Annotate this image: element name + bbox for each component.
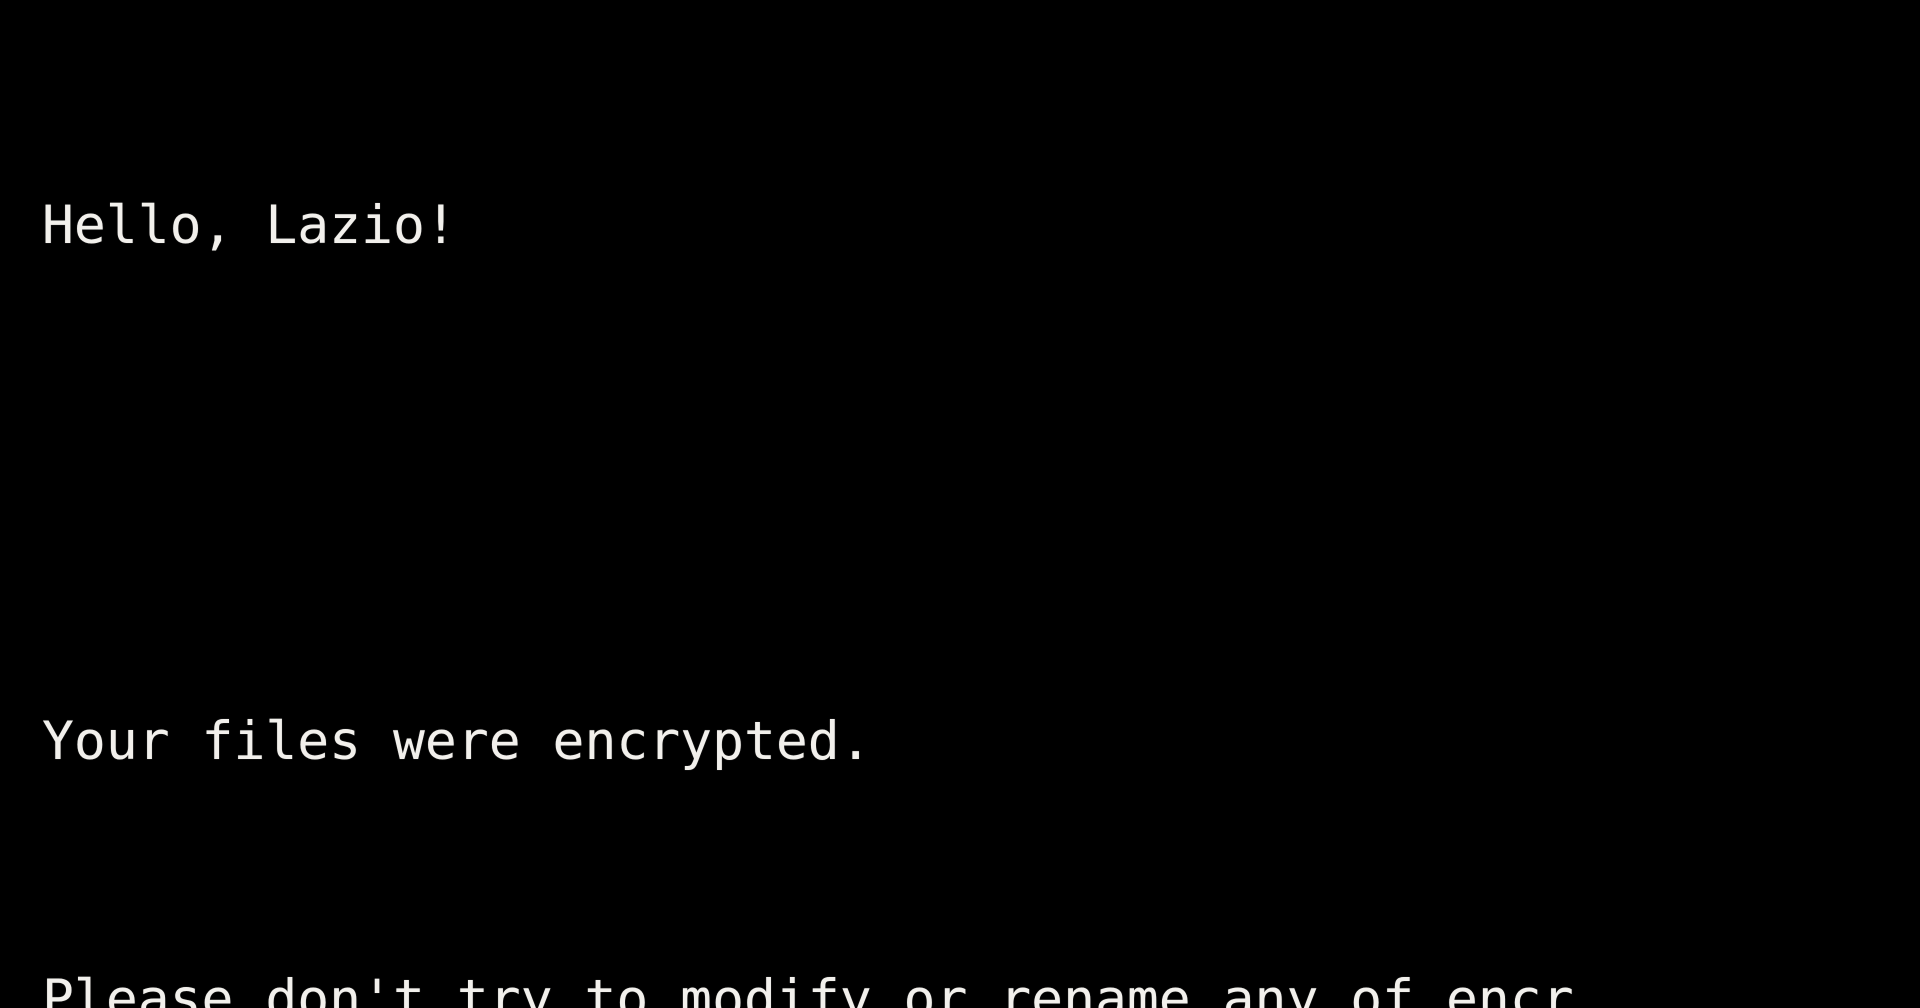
- ransom-note-text: Hello, Lazio! Your files were encrypted.…: [42, 0, 1920, 1008]
- ransom-note-screen: Hello, Lazio! Your files were encrypted.…: [0, 0, 1920, 1008]
- note-greeting: Hello, Lazio!: [42, 194, 457, 256]
- note-line-files-encrypted: Your files were encrypted.: [42, 710, 872, 772]
- note-blank-line-1: [42, 452, 1920, 517]
- note-line-warning-1: Please don't try to modify or rename any…: [42, 968, 1574, 1008]
